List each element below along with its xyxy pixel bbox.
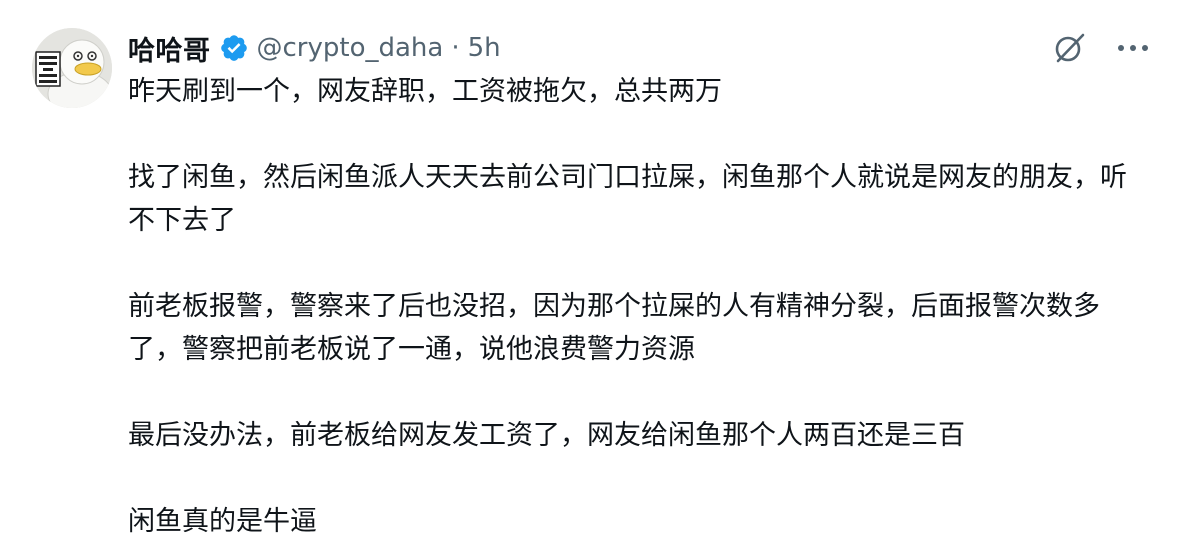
- tweet-paragraph: 昨天刷到一个，网友辞职，工资被拖欠，总共两万: [128, 76, 722, 107]
- tweet-paragraph: 找了闲鱼，然后闲鱼派人天天去前公司门口拉屎，闲鱼那个人就说是网友的朋友，听不下去…: [128, 162, 1127, 236]
- tweet: 哈哈哥 @crypto_daha · 5h 昨天刷到一个，网友辞职，工资被拖欠，…: [0, 0, 1179, 537]
- tweet-header: 哈哈哥 @crypto_daha · 5h: [128, 28, 501, 68]
- duck-avatar-icon: [32, 28, 112, 108]
- tweet-paragraph: 最后没办法，前老板给网友发工资了，网友给闲鱼那个人两百还是三百: [128, 420, 965, 451]
- verified-badge-icon: [220, 35, 247, 61]
- header-actions: [1053, 28, 1151, 68]
- tweet-paragraph: 前老板报警，警察来了后也没招，因为那个拉屎的人有精神分裂，后面报警次数多了，警察…: [128, 291, 1100, 365]
- more-options-icon[interactable]: [1115, 31, 1151, 65]
- grok-icon[interactable]: [1053, 31, 1087, 65]
- tweet-paragraph: 闲鱼真的是牛逼: [128, 506, 317, 537]
- header-separator: ·: [451, 33, 460, 63]
- display-name[interactable]: 哈哈哥: [128, 29, 211, 68]
- avatar[interactable]: [32, 28, 112, 108]
- tweet-text: 昨天刷到一个，网友辞职，工资被拖欠，总共两万 找了闲鱼，然后闲鱼派人天天去前公司…: [128, 70, 1148, 543]
- user-handle[interactable]: @crypto_daha: [257, 33, 444, 63]
- timestamp[interactable]: 5h: [468, 33, 501, 63]
